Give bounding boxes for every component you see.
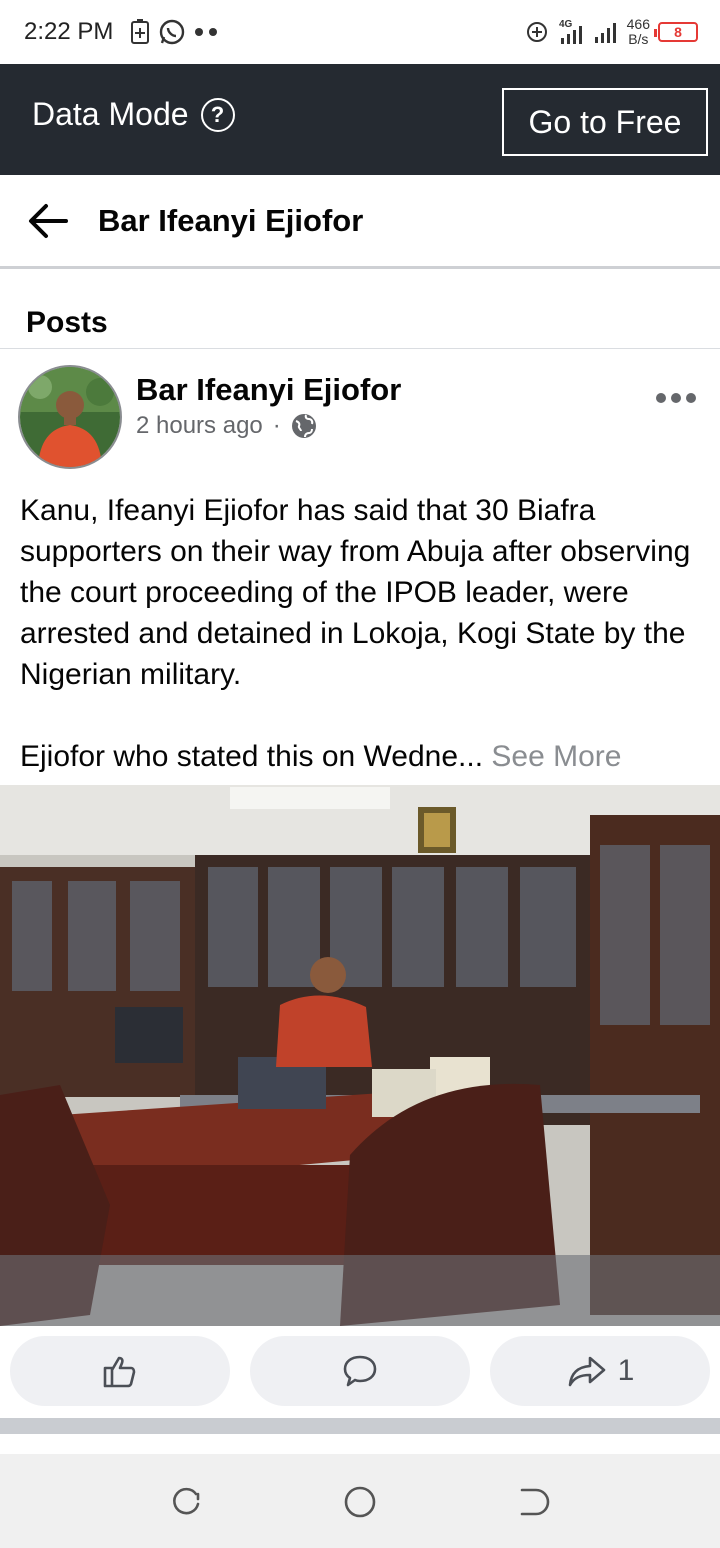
thumbs-up-icon bbox=[103, 1356, 136, 1388]
share-count: 1 bbox=[617, 1354, 635, 1387]
globe-icon bbox=[291, 414, 316, 438]
comment-icon bbox=[343, 1355, 377, 1387]
help-icon[interactable]: ? bbox=[200, 97, 235, 132]
post-author[interactable]: Bar Ifeanyi Ejiofor bbox=[136, 372, 401, 408]
status-time: 2:22 PM bbox=[24, 18, 114, 45]
signal-icon bbox=[594, 23, 616, 43]
arrow-left-icon[interactable] bbox=[26, 201, 70, 241]
post-paragraph-1: Kanu, Ifeanyi Ejiofor has said that 30 B… bbox=[20, 494, 691, 691]
post-actions: 1 bbox=[0, 1326, 720, 1418]
feed-separator bbox=[0, 1418, 720, 1434]
like-button[interactable] bbox=[10, 1336, 230, 1406]
see-more-link[interactable]: See More bbox=[491, 740, 621, 773]
office-photo bbox=[0, 785, 720, 1326]
page-title: Bar Ifeanyi Ejiofor bbox=[98, 203, 364, 238]
status-indicators: 4G 466 B/s 8 bbox=[525, 14, 698, 50]
comment-button[interactable] bbox=[250, 1336, 470, 1406]
data-mode-banner: Data Mode ? Go to Free bbox=[0, 64, 720, 175]
post-paragraph-2-text: Ejiofor who stated this on Wedne... bbox=[20, 740, 484, 773]
status-bar: 2:22 PM 4G 466 B/s 8 bbox=[0, 0, 720, 64]
notification-icons bbox=[130, 18, 220, 46]
post-text: Kanu, Ifeanyi Ejiofor has said that 30 B… bbox=[20, 490, 710, 777]
data-mode-label: Data Mode ? bbox=[32, 96, 235, 133]
signal-4g-icon: 4G bbox=[559, 19, 582, 44]
network-speed-unit: B/s bbox=[628, 31, 649, 47]
go-to-free-button[interactable]: Go to Free bbox=[502, 88, 708, 156]
data-mode-text: Data Mode bbox=[32, 96, 189, 132]
network-speed: 466 B/s bbox=[627, 17, 650, 47]
post-paragraph-2: Ejiofor who stated this on Wedne... See … bbox=[20, 736, 710, 777]
network-type-label: 4G bbox=[559, 19, 573, 30]
share-button[interactable]: 1 bbox=[490, 1336, 710, 1406]
avatar-image bbox=[20, 367, 120, 467]
battery-icon: 8 bbox=[654, 22, 698, 42]
system-nav-bar bbox=[0, 1454, 720, 1548]
whatsapp-icon bbox=[159, 19, 185, 45]
page-header: Bar Ifeanyi Ejiofor bbox=[0, 175, 720, 269]
posts-heading: Posts bbox=[26, 306, 108, 339]
home-icon[interactable] bbox=[340, 1482, 380, 1522]
divider bbox=[0, 348, 720, 349]
author-avatar[interactable] bbox=[18, 365, 122, 469]
more-notifications-icon bbox=[195, 28, 217, 36]
back-nav-icon[interactable] bbox=[514, 1482, 554, 1522]
more-horizontal-icon[interactable] bbox=[656, 388, 700, 408]
share-icon bbox=[568, 1356, 605, 1387]
post-photo[interactable] bbox=[0, 785, 720, 1326]
meta-separator: · bbox=[272, 412, 281, 439]
post-time[interactable]: 2 hours ago bbox=[136, 412, 263, 440]
next-post-peek bbox=[0, 1434, 720, 1454]
network-speed-value: 466 bbox=[626, 16, 650, 32]
battery-saver-icon bbox=[131, 19, 149, 44]
recent-apps-icon[interactable] bbox=[166, 1482, 206, 1522]
data-saver-icon bbox=[526, 22, 547, 42]
post-meta: 2 hours ago · bbox=[136, 412, 317, 440]
